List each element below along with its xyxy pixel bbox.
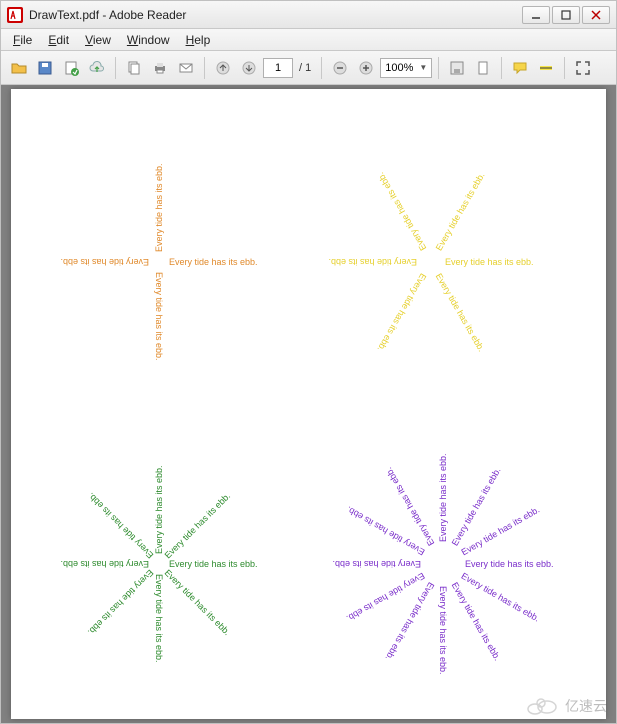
burst-ray: Every tide has its ebb. [169,559,258,569]
tool-save-copy-button[interactable] [445,56,469,80]
document-viewport[interactable]: Every tide has its ebb.Every tide has it… [1,85,616,723]
menu-edit[interactable]: Edit [40,31,77,49]
burst-ray: Every tide has its ebb. [60,559,149,569]
convert-button[interactable] [59,56,83,80]
separator [438,57,439,79]
previous-page-button[interactable] [211,56,235,80]
page-number-input[interactable]: 1 [263,58,293,78]
cloud-icon [89,60,105,76]
mail-icon [178,60,194,76]
open-file-button[interactable] [7,56,31,80]
burst-ray: Every tide has its ebb. [60,257,149,267]
plus-icon [358,60,374,76]
page-thumbnails-button[interactable] [122,56,146,80]
burst-ray: Every tide has its ebb. [375,272,428,354]
separator [115,57,116,79]
zoom-select[interactable]: 100% ▼ [380,58,432,78]
minimize-button[interactable] [522,6,550,24]
separator [564,57,565,79]
menu-view[interactable]: View [77,31,119,49]
maximize-button[interactable] [552,6,580,24]
page-view-icon [475,60,491,76]
read-mode-button[interactable] [571,56,595,80]
page-total-label: / 1 [295,62,315,74]
titlebar: DrawText.pdf - Adobe Reader [1,1,616,29]
save-icon [37,60,53,76]
separator [501,57,502,79]
zoom-out-button[interactable] [328,56,352,80]
chevron-down-icon: ▼ [419,63,427,72]
burst-ray: Every tide has its ebb. [163,491,233,561]
menu-window[interactable]: Window [119,31,178,49]
burst-ray: Every tide has its ebb. [328,257,417,267]
burst-ray: Every tide has its ebb. [434,272,487,354]
save-button[interactable] [33,56,57,80]
burst-ray: Every tide has its ebb. [438,586,448,675]
burst-ray: Every tide has its ebb. [86,491,156,561]
burst-ray: Every tide has its ebb. [445,257,534,267]
folder-open-icon [11,60,27,76]
window-controls [522,6,610,24]
comment-button[interactable] [508,56,532,80]
adobe-reader-icon [7,7,23,23]
burst-ray: Every tide has its ebb. [163,568,233,638]
print-button[interactable] [148,56,172,80]
burst-ray: Every tide has its ebb. [465,559,554,569]
separator [321,57,322,79]
arrow-down-icon [241,60,257,76]
zoom-value-label: 100% [385,62,413,74]
tool-view-mode-button[interactable] [471,56,495,80]
menu-file[interactable]: File [5,31,40,49]
fullscreen-icon [575,60,591,76]
email-button[interactable] [174,56,198,80]
toolbar: 1 / 1 100% ▼ [1,51,616,85]
zoom-in-button[interactable] [354,56,378,80]
burst-ray: Every tide has its ebb. [154,574,164,663]
burst-ray: Every tide has its ebb. [154,272,164,361]
highlight-icon [538,60,554,76]
pages-icon [126,60,142,76]
app-window: DrawText.pdf - Adobe Reader File Edit Vi… [0,0,617,724]
highlight-button[interactable] [534,56,558,80]
burst-ray: Every tide has its ebb. [438,453,448,542]
burst-ray: Every tide has its ebb. [434,171,487,253]
burst-ray: Every tide has its ebb. [375,171,428,253]
close-button[interactable] [582,6,610,24]
burst-ray: Every tide has its ebb. [169,257,258,267]
burst-ray: Every tide has its ebb. [86,568,156,638]
comment-icon [512,60,528,76]
cloud-button[interactable] [85,56,109,80]
printer-icon [152,60,168,76]
minus-icon [332,60,348,76]
menu-help[interactable]: Help [178,31,219,49]
next-page-button[interactable] [237,56,261,80]
pdf-page: Every tide has its ebb.Every tide has it… [11,89,606,719]
burst-ray: Every tide has its ebb. [154,465,164,554]
menubar: File Edit View Window Help [1,29,616,51]
separator [204,57,205,79]
disk-icon [449,60,465,76]
burst-ray: Every tide has its ebb. [332,559,421,569]
window-title: DrawText.pdf - Adobe Reader [29,8,186,22]
convert-icon [63,60,79,76]
arrow-up-icon [215,60,231,76]
burst-ray: Every tide has its ebb. [154,163,164,252]
